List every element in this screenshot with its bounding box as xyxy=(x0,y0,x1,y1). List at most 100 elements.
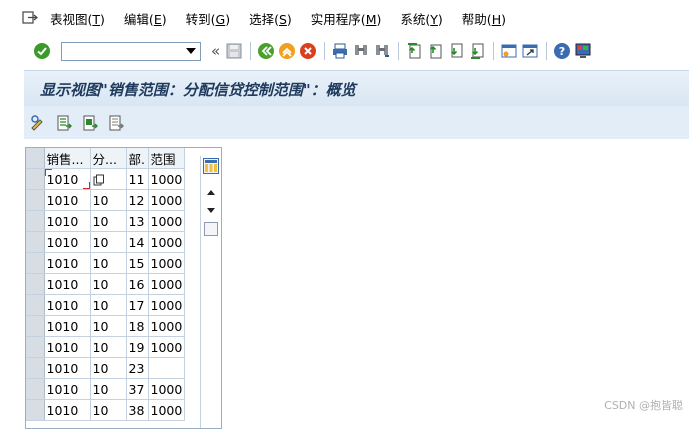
table-cell[interactable] xyxy=(90,168,127,190)
table-cell[interactable]: 1000 xyxy=(148,231,186,253)
column-header[interactable]: 销售... xyxy=(44,148,91,169)
deselect-all-icon[interactable] xyxy=(106,113,126,133)
table-cell[interactable]: 23 xyxy=(126,357,149,379)
row-selector[interactable] xyxy=(26,315,45,337)
table-cell[interactable]: 10 xyxy=(90,399,127,421)
copy-icon[interactable] xyxy=(93,174,105,186)
find-icon[interactable] xyxy=(351,41,371,61)
table-cell[interactable]: 1010 xyxy=(44,210,91,232)
save-icon[interactable] xyxy=(224,41,244,61)
select-block-icon[interactable] xyxy=(80,113,100,133)
collapse-command-icon[interactable]: « xyxy=(211,42,220,60)
find-next-icon[interactable] xyxy=(372,41,392,61)
scroll-down-icon[interactable] xyxy=(207,208,215,213)
table-cell[interactable]: 1000 xyxy=(148,168,186,190)
select-all-icon[interactable] xyxy=(54,113,74,133)
menu-exit-icon[interactable] xyxy=(22,11,40,25)
table-cell[interactable]: 1000 xyxy=(148,336,186,358)
table-cell[interactable]: 1010 xyxy=(44,357,91,379)
create-session-icon[interactable] xyxy=(499,41,519,61)
table-cell[interactable]: 10 xyxy=(90,336,127,358)
menu-table-view[interactable]: 表视图(T) xyxy=(50,9,105,28)
first-page-icon[interactable] xyxy=(404,41,424,61)
table-cell[interactable]: 1000 xyxy=(148,399,186,421)
select-all-cell[interactable] xyxy=(26,148,45,169)
row-selector[interactable] xyxy=(26,273,45,295)
row-selector[interactable] xyxy=(26,294,45,316)
menu-select[interactable]: 选择(S) xyxy=(249,9,292,28)
table-cell[interactable]: 1000 xyxy=(148,378,186,400)
table-cell[interactable]: 19 xyxy=(126,336,149,358)
row-selector[interactable] xyxy=(26,189,45,211)
table-cell[interactable]: 1010 xyxy=(44,294,91,316)
table-cell[interactable]: 1000 xyxy=(148,189,186,211)
chevron-down-icon[interactable] xyxy=(186,47,196,54)
print-icon[interactable] xyxy=(330,41,350,61)
table-cell[interactable]: 1000 xyxy=(148,210,186,232)
row-selector[interactable] xyxy=(26,252,45,274)
table-cell[interactable]: 1010 xyxy=(44,378,91,400)
table-cell[interactable]: 38 xyxy=(126,399,149,421)
table-cell[interactable]: 1010 xyxy=(44,189,91,211)
table-cell[interactable]: 1010 xyxy=(44,315,91,337)
shortcut-icon[interactable] xyxy=(520,41,540,61)
table-cell[interactable]: 18 xyxy=(126,315,149,337)
scroll-thumb[interactable] xyxy=(204,222,218,236)
previous-page-icon[interactable] xyxy=(425,41,445,61)
row-selector[interactable] xyxy=(26,168,45,190)
table-cell[interactable]: 10 xyxy=(90,357,127,379)
last-page-icon[interactable] xyxy=(467,41,487,61)
table-cell[interactable]: 1010 xyxy=(44,399,91,421)
table-cell[interactable]: 15 xyxy=(126,252,149,274)
column-header[interactable]: 范围 xyxy=(148,148,186,169)
table-settings-icon[interactable] xyxy=(203,158,219,174)
row-selector[interactable] xyxy=(26,336,45,358)
table-cell[interactable]: 10 xyxy=(90,210,127,232)
table-cell[interactable]: 1010 xyxy=(44,231,91,253)
vertical-scrollbar[interactable] xyxy=(200,156,221,428)
table-cell[interactable]: 10 xyxy=(90,231,127,253)
row-selector[interactable] xyxy=(26,231,45,253)
table-cell[interactable]: 12 xyxy=(126,189,149,211)
table-cell[interactable]: 11 xyxy=(126,168,149,190)
table-cell[interactable]: 17 xyxy=(126,294,149,316)
row-selector[interactable] xyxy=(26,399,45,421)
table-cell[interactable]: 10 xyxy=(90,252,127,274)
table-cell[interactable]: 37 xyxy=(126,378,149,400)
table-cell[interactable]: 1010 xyxy=(44,273,91,295)
next-page-icon[interactable] xyxy=(446,41,466,61)
table-cell[interactable]: 1010 xyxy=(44,168,91,190)
table-cell[interactable]: 10 xyxy=(90,294,127,316)
table-cell[interactable]: 1010 xyxy=(44,336,91,358)
table-cell[interactable]: 1010 xyxy=(44,252,91,274)
menu-goto[interactable]: 转到(G) xyxy=(186,9,230,28)
menu-help[interactable]: 帮助(H) xyxy=(462,9,506,28)
table-cell[interactable]: 10 xyxy=(90,273,127,295)
back-icon[interactable] xyxy=(256,41,276,61)
table-cell[interactable]: 16 xyxy=(126,273,149,295)
column-header[interactable]: 分... xyxy=(90,148,127,169)
help-icon[interactable]: ? xyxy=(552,41,572,61)
command-field[interactable] xyxy=(61,41,201,61)
customize-layout-icon[interactable] xyxy=(573,41,593,61)
display-change-icon[interactable] xyxy=(28,113,48,133)
table-cell[interactable]: 1000 xyxy=(148,273,186,295)
table-cell[interactable]: 13 xyxy=(126,210,149,232)
table-cell[interactable]: 1000 xyxy=(148,252,186,274)
table-cell[interactable]: 1000 xyxy=(148,294,186,316)
row-selector[interactable] xyxy=(26,357,45,379)
table-cell[interactable]: 10 xyxy=(90,378,127,400)
row-selector[interactable] xyxy=(26,378,45,400)
table-cell[interactable]: 1000 xyxy=(148,315,186,337)
table-cell[interactable]: 10 xyxy=(90,315,127,337)
menu-system[interactable]: 系统(Y) xyxy=(400,9,442,28)
table-cell[interactable] xyxy=(148,357,186,379)
scroll-up-icon[interactable] xyxy=(207,190,215,195)
row-selector[interactable] xyxy=(26,210,45,232)
confirm-check-icon[interactable] xyxy=(32,41,52,61)
exit-icon[interactable] xyxy=(277,41,297,61)
menu-utilities[interactable]: 实用程序(M) xyxy=(311,9,382,28)
menu-edit[interactable]: 编辑(E) xyxy=(124,9,167,28)
column-header[interactable]: 部. xyxy=(126,148,149,169)
cancel-icon[interactable] xyxy=(298,41,318,61)
